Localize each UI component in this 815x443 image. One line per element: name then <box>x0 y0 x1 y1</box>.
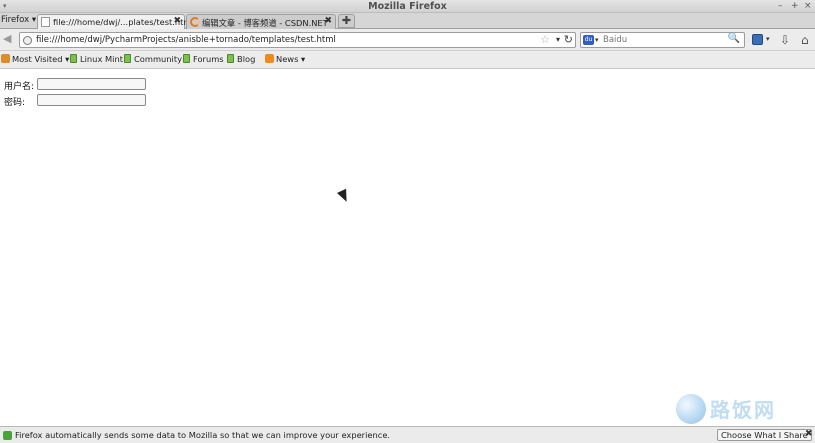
bookmark-label: Blog <box>237 54 256 64</box>
window-titlebar: ▾ Mozilla Firefox – + × <box>0 0 815 13</box>
close-window-button[interactable]: × <box>804 1 812 11</box>
bookmark-star-icon[interactable]: ☆ <box>540 33 550 46</box>
back-button[interactable]: ◀ <box>3 32 11 45</box>
addon-dropdown-icon[interactable]: ▾ <box>766 35 770 43</box>
notification-bar: Firefox automatically sends some data to… <box>0 426 815 443</box>
watermark-text: 路饭网 <box>710 398 776 422</box>
bookmark-community[interactable]: Community <box>124 54 182 64</box>
bookmark-most-visited[interactable]: Most Visited ▾ <box>1 54 69 64</box>
close-tab-icon[interactable]: ✖ <box>173 16 181 26</box>
rss-icon <box>265 54 274 63</box>
choose-what-i-share-button[interactable]: Choose What I Share <box>717 429 812 441</box>
url-bar[interactable]: file:///home/dwj/PycharmProjects/anisble… <box>19 32 576 48</box>
search-icon[interactable]: 🔍 <box>728 33 740 44</box>
navigation-toolbar: ◀ file:///home/dwj/PycharmProjects/anisb… <box>0 29 815 51</box>
notification-message: Firefox automatically sends some data to… <box>15 430 391 440</box>
password-label: 密码: <box>4 98 26 108</box>
username-field[interactable] <box>37 78 146 90</box>
bookmark-icon <box>227 54 234 63</box>
search-bar[interactable]: du ▾ 🔍 <box>580 32 745 48</box>
bookmark-linux-mint[interactable]: Linux Mint <box>70 54 123 64</box>
tab-csdn[interactable]: 编辑文章 - 博客频道 - CSDN.NET ✖ <box>186 14 336 29</box>
close-tab-icon[interactable]: ✖ <box>324 16 332 26</box>
maximize-button[interactable]: + <box>791 1 799 11</box>
bookmarks-toolbar: Most Visited ▾ Linux Mint Community Foru… <box>0 51 815 69</box>
window-title: Mozilla Firefox <box>368 1 447 12</box>
bookmark-label: Linux Mint <box>80 54 123 64</box>
tab-label: 编辑文章 - 博客频道 - CSDN.NET <box>202 18 328 28</box>
bookmark-label: Community <box>134 54 183 64</box>
baidu-icon[interactable]: du <box>583 35 594 45</box>
url-history-dropdown-icon[interactable]: ▾ <box>556 35 560 44</box>
watermark-logo: 路饭网 <box>676 392 806 426</box>
site-identity-icon[interactable] <box>23 36 32 45</box>
search-engine-dropdown-icon[interactable]: ▾ <box>595 36 599 44</box>
page-content: 用户名: 密码: 路饭网 <box>0 70 815 426</box>
addon-toolbar-icon[interactable] <box>752 34 763 45</box>
search-input[interactable] <box>603 34 723 46</box>
loading-spinner-icon <box>190 17 200 27</box>
bookmark-label: Forums <box>193 54 224 64</box>
bookmark-icon <box>183 54 190 63</box>
download-icon[interactable]: ⇩ <box>780 33 790 47</box>
minimize-button[interactable]: – <box>778 1 783 11</box>
close-notification-icon[interactable]: ✖ <box>805 429 813 439</box>
tab-bar: Firefox ▾ file:///home/dwj/...plates/tes… <box>0 13 815 30</box>
bookmark-forums[interactable]: Forums <box>183 54 224 64</box>
reload-button[interactable]: ↻ <box>564 33 573 46</box>
bookmark-icon <box>70 54 77 63</box>
bookmark-label: Most Visited ▾ <box>12 54 70 64</box>
password-field[interactable] <box>37 94 146 106</box>
bookmark-blog[interactable]: Blog <box>227 54 255 64</box>
bookmark-news[interactable]: News ▾ <box>265 54 305 64</box>
bookmark-label: News ▾ <box>276 54 306 64</box>
new-tab-button[interactable]: ✚ <box>338 14 355 28</box>
folder-icon <box>1 54 10 63</box>
home-icon[interactable]: ⌂ <box>801 33 809 47</box>
username-label: 用户名: <box>4 82 35 92</box>
firefox-menu-button[interactable]: Firefox ▾ <box>1 15 36 27</box>
page-icon <box>41 17 50 27</box>
mouse-cursor-icon <box>337 188 352 204</box>
tab-test-html[interactable]: file:///home/dwj/...plates/test.html ✖ <box>37 14 194 30</box>
url-text[interactable]: file:///home/dwj/PycharmProjects/anisble… <box>36 35 336 45</box>
watermark-orb-icon <box>676 394 706 424</box>
bookmark-icon <box>124 54 131 63</box>
info-icon <box>3 431 12 440</box>
